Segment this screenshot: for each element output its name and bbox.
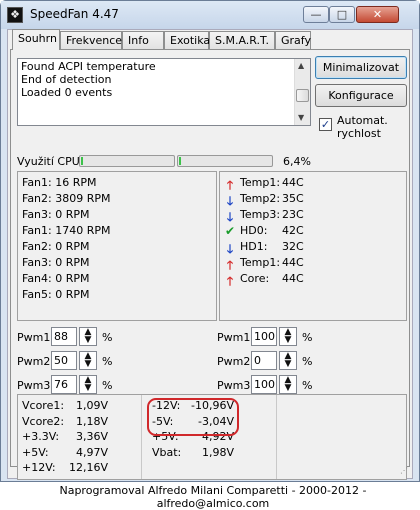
fan-row: Fan1: 1740 RPM [22,224,111,237]
voltage-column: Vcore1: 1,09V Vcore2: 1,18V +3.3V: 3,36V +5… [22,399,108,477]
tab-exotika[interactable]: Exotika [164,31,210,49]
cpu-usage-value: 6,4% [283,155,311,168]
pwm-label: Pwm1: [217,331,255,344]
pwm-input[interactable]: 88 [51,327,77,346]
tab-grafy[interactable]: Grafy [275,31,311,49]
pwm-label: Pwm3: [217,379,255,392]
fan-row: Fan3: 0 RPM [22,256,90,269]
client-area: Souhrn Frekvence Info Exotika S.M.A.R.T.… [7,29,413,510]
pwm-unit: % [102,355,113,368]
voltage-row: Vbat: 1,98V [152,445,234,459]
pwm-input[interactable]: 76 [51,375,77,394]
minimize-window-button[interactable]: — [303,6,329,23]
cpu-bar [79,155,175,167]
log-scrollbar[interactable]: ▲ ▼ [294,59,310,125]
fan-row: Fan4: 0 RPM [22,272,90,285]
voltage-row: Vcore2: 1,18V [22,414,108,428]
speedfan-window: ❖ SpeedFan 4.47 — □ ✕ Souhrn Frekvence I… [0,0,420,510]
scroll-up-icon[interactable]: ▲ [298,61,304,70]
pwm-unit: % [302,379,313,392]
fan-row: Fan1: 16 RPM [22,176,97,189]
credits-footer: Naprogramoval Alfredo Milani Comparetti … [59,484,367,510]
voltage-row: +3.3V: 3,36V [22,430,108,443]
pwm-unit: % [102,331,113,344]
tab-smart[interactable]: S.M.A.R.T. [209,31,275,49]
fan-row: Fan3: 0 RPM [22,208,90,221]
close-window-button[interactable]: ✕ [356,6,399,23]
pwm-input[interactable]: 0 [251,351,277,370]
pwm-label: Pwm1: [17,331,55,344]
voltage-row: +5V: 4,97V [22,445,108,459]
event-log[interactable]: Found ACPI temperature End of detection … [17,58,311,126]
title-bar[interactable]: ❖ SpeedFan 4.47 — □ ✕ [1,1,419,29]
summary-panel: Found ACPI temperature End of detection … [10,49,410,510]
check-icon: ✔ [224,224,236,238]
cpu-usage-label: Využití CPU [17,155,80,168]
cpu-bar-fill [179,157,181,165]
tab-souhrn[interactable]: Souhrn [12,29,60,50]
pwm-spinner[interactable]: ▲ ▼ [279,375,297,394]
pwm-label: Pwm3: [17,379,55,392]
pwm-input[interactable]: 100 [251,327,277,346]
voltage-row: +12V: 12,16V [22,461,108,474]
minimize-button[interactable]: Minimalizovat [315,56,407,79]
pwm-spinner[interactable]: ▲ ▼ [79,375,97,394]
divider [276,395,277,479]
log-line: Found ACPI temperature [21,60,156,73]
auto-speed-checkbox[interactable]: ✓ [319,118,332,131]
pwm-unit: % [102,379,113,392]
tab-frekvence[interactable]: Frekvence [60,31,122,49]
fan-row: Fan2: 3809 RPM [22,192,111,205]
pwm-input[interactable]: 100 [251,375,277,394]
scroll-thumb[interactable] [296,89,309,102]
tab-info[interactable]: Info [122,31,164,49]
pwm-spinner[interactable]: ▲ ▼ [79,327,97,346]
log-line: End of detection [21,73,112,86]
divider [141,395,142,479]
annotation-highlight [147,398,239,436]
fan-row: Fan2: 0 RPM [22,240,90,253]
cpu-bar [177,155,273,167]
fan-row: Fan5: 0 RPM [22,288,90,301]
pwm-unit: % [302,331,313,344]
maximize-window-button[interactable]: □ [329,6,355,23]
pwm-spinner[interactable]: ▲ ▼ [279,327,297,346]
pwm-unit: % [302,355,313,368]
scroll-down-icon[interactable]: ▼ [298,113,304,122]
configure-button[interactable]: Konfigurace [315,84,407,107]
auto-speed-label: Automat. rychlost [337,114,388,140]
temperatures-box: 🡑 Temp1: 44C 🡓 Temp2: 35C 🡓 Temp3: 23C ✔ HD0: 42… [219,171,407,321]
pwm-label: Pwm2: [17,355,55,368]
log-line: Loaded 0 events [21,86,113,99]
fan-icon[interactable]: ❖ [7,7,23,23]
pwm-spinner[interactable]: ▲ ▼ [279,351,297,370]
pwm-input[interactable]: 50 [51,351,77,370]
resize-grip-icon[interactable]: ⋰ [400,466,410,476]
pwm-label: Pwm2: [217,355,255,368]
window-title: SpeedFan 4.47 [30,7,119,21]
arrow-up-icon: 🡑 [226,274,234,288]
voltage-row: Vcore1: 1,09V [22,399,108,412]
pwm-spinner[interactable]: ▲ ▼ [79,351,97,370]
cpu-bar-fill [81,157,83,165]
fan-speeds-box: Fan1: 16 RPM Fan2: 3809 RPM Fan3: 0 RPM … [17,171,217,321]
